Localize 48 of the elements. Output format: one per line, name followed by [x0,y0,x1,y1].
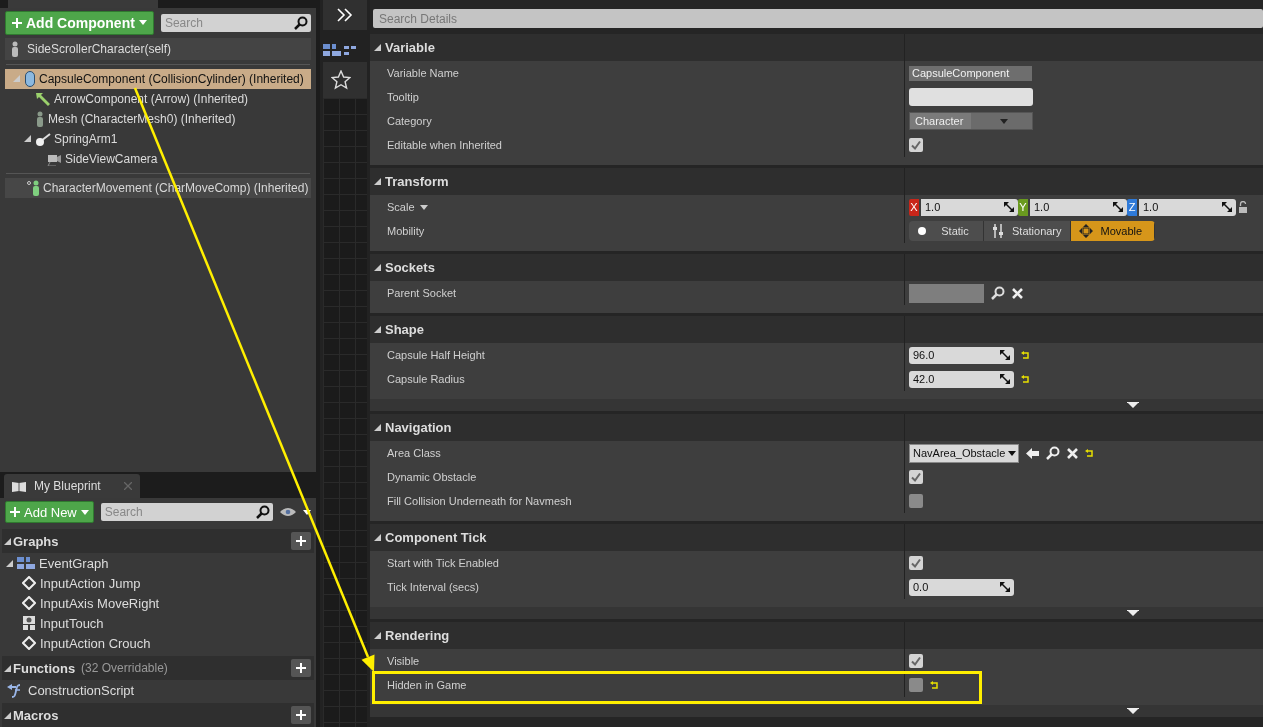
tree-item[interactable]: SpringArm1 [5,128,311,149]
number-field[interactable]: 1.0 [921,198,1018,216]
property-label: Dynamic Obstacle [387,471,477,483]
axis-label: X [909,198,919,216]
property-label: Category [387,115,432,127]
graph-item[interactable]: InputTouch [0,613,316,633]
axis-label: Z [1127,198,1137,216]
property-label: Visible [387,655,420,667]
number-field[interactable]: 1.0 [1030,198,1127,216]
property-label: Start with Tick Enabled [387,557,499,569]
property-label: Tooltip [387,91,419,103]
graph-item[interactable]: InputAction Crouch [0,633,316,653]
property-label: Tick Interval (secs) [387,581,479,593]
class-dropdown[interactable]: NavArea_Obstacle [909,443,1019,463]
property-label: Capsule Radius [387,373,465,385]
property-label: Mobility [387,225,425,237]
tree-item[interactable]: SideViewCamera [5,148,311,169]
panel-tab[interactable]: My Blueprint [4,474,140,498]
mobility-option[interactable]: Static [909,221,984,241]
number-field[interactable]: 0.0 [909,578,1014,596]
category-dropdown[interactable]: Character [909,112,1033,130]
search-field[interactable]: Search [100,503,273,521]
search-field[interactable]: Search [160,13,311,32]
section-header[interactable]: Macros [2,703,314,727]
property-label: Parent Socket [387,287,457,299]
name-field[interactable]: CapsuleComponent [909,65,1032,81]
axis-label: Y [1018,198,1028,216]
property-label: Area Class [387,447,441,459]
graph-item[interactable]: InputAction Jump [0,573,316,593]
search-field[interactable]: Search Details [373,9,1263,28]
graph-item[interactable]: ConstructionScript [0,680,316,700]
tree-item[interactable]: CapsuleComponent (CollisionCylinder) (Inherited) [5,68,311,89]
section-header[interactable]: Functions (32 Overridable) [2,656,314,680]
number-field[interactable]: 96.0 [909,346,1014,364]
graph-item[interactable]: InputAxis MoveRight [0,593,316,613]
section-header[interactable]: Graphs [2,529,314,553]
number-field[interactable]: 42.0 [909,370,1014,388]
mobility-option[interactable]: Movable [1070,221,1156,241]
property-label: Scale [387,201,415,213]
property-label: Capsule Half Height [387,349,485,361]
tree-item[interactable]: SideScrollerCharacter(self) [5,37,311,60]
mobility-option[interactable]: Stationary [984,221,1071,241]
property-label: Variable Name [387,67,459,79]
property-label: Editable when Inherited [387,139,502,151]
property-label: Fill Collision Underneath for Navmesh [387,495,572,507]
property-label: Hidden in Game [387,679,467,691]
graph-item[interactable]: EventGraph [0,553,316,573]
number-field[interactable]: 1.0 [1139,198,1236,216]
